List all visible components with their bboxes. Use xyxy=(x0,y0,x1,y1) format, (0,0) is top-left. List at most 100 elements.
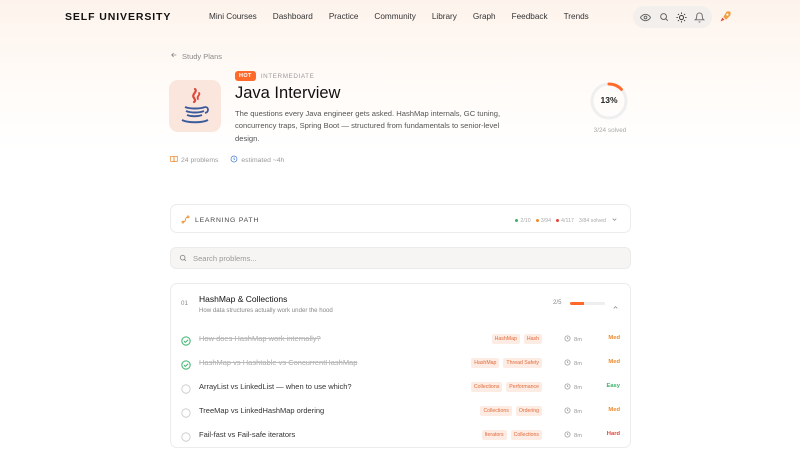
empty-circle-icon[interactable] xyxy=(181,405,191,418)
problem-time: 8m xyxy=(564,335,582,344)
solved-count: 3/24 solved xyxy=(593,127,627,134)
section-header[interactable]: 01 HashMap & Collections How data struct… xyxy=(171,284,630,324)
topic-tag: Performance xyxy=(506,381,542,392)
section-title: HashMap & Collections xyxy=(199,294,288,304)
clock-icon xyxy=(564,407,571,416)
learning-path-stats: 2/10 3/94 4/117 3/84 solved xyxy=(515,216,618,225)
topic-tag: Thread Safety xyxy=(503,357,542,368)
estimated-time: estimated ~4h xyxy=(241,156,285,164)
easy-stat: 2/10 xyxy=(515,218,531,224)
bell-icon[interactable] xyxy=(693,11,705,23)
search-icon[interactable] xyxy=(658,11,670,23)
problem-row[interactable]: HashMap vs Hashtable vs ConcurrentHashMa… xyxy=(171,350,630,374)
topic-tag: Hash xyxy=(523,333,542,344)
back-link-label: Study Plans xyxy=(182,51,223,61)
nav-link-trends[interactable]: Trends xyxy=(564,12,589,21)
topic-tag: HashMap xyxy=(491,333,520,344)
problem-row[interactable]: ArrayList vs LinkedList — when to use wh… xyxy=(171,374,630,398)
page-description: The questions every Java engineer gets a… xyxy=(235,109,501,143)
check-circle-icon[interactable] xyxy=(181,333,191,346)
badges: HOT INTERMEDIATE xyxy=(235,71,314,81)
brand-logo[interactable]: SELF UNIVERSITY xyxy=(65,11,171,23)
nav-icon-group xyxy=(633,6,712,28)
progress-percent: 13% xyxy=(600,95,618,105)
nav-link-community[interactable]: Community xyxy=(374,12,415,21)
eye-icon[interactable] xyxy=(640,11,652,23)
problem-title: How does HashMap work internally? xyxy=(199,334,321,343)
sun-icon[interactable] xyxy=(675,11,687,23)
learning-path-toggle[interactable]: LEARNING PATH 2/10 3/94 4/117 3/84 solve… xyxy=(170,204,631,233)
problem-row[interactable]: How does HashMap work internally? HashMap… xyxy=(171,326,630,350)
check-circle-icon[interactable] xyxy=(181,357,191,370)
problem-title: Fail-fast vs Fail-safe iterators xyxy=(199,430,296,439)
time-value: 8m xyxy=(574,336,583,343)
hard-stat: 4/117 xyxy=(556,218,574,224)
problem-time: 8m xyxy=(564,407,582,416)
topic-tag: Collections xyxy=(480,405,512,416)
clock-icon xyxy=(564,431,571,440)
section-number: 01 xyxy=(181,300,188,307)
section-progress-bar xyxy=(570,302,605,305)
problem-row[interactable]: TreeMap vs LinkedHashMap ordering Collect… xyxy=(171,398,630,422)
section-card: 01 HashMap & Collections How data struct… xyxy=(170,283,631,448)
problem-time: 8m xyxy=(564,359,582,368)
empty-circle-icon[interactable] xyxy=(181,429,191,442)
time-value: 8m xyxy=(574,432,583,439)
nav-link-practice[interactable]: Practice xyxy=(329,12,359,21)
problem-title: TreeMap vs LinkedHashMap ordering xyxy=(199,406,325,415)
difficulty-label: Med xyxy=(608,335,620,341)
medium-stat: 3/94 xyxy=(535,218,551,224)
problem-tags: HashMap Thread Safety xyxy=(471,357,542,368)
nav-link-graph[interactable]: Graph xyxy=(473,12,496,21)
nav-link-mini-courses[interactable]: Mini Courses xyxy=(209,12,257,21)
path-solved: 3/84 solved xyxy=(578,217,606,224)
time-value: 8m xyxy=(574,384,583,391)
problem-time: 8m xyxy=(564,383,582,392)
clock-icon xyxy=(564,359,571,368)
plan-meta: 24 problems estimated ~4h xyxy=(170,155,284,165)
nav-link-feedback[interactable]: Feedback xyxy=(512,12,548,21)
clock-icon xyxy=(564,383,571,392)
difficulty-label: Easy xyxy=(606,383,620,389)
level-label: INTERMEDIATE xyxy=(260,72,315,80)
nav-links: Mini Courses Dashboard Practice Communit… xyxy=(209,12,605,21)
search-input[interactable] xyxy=(193,253,593,263)
arrow-left-icon xyxy=(170,51,178,61)
empty-circle-icon[interactable] xyxy=(181,381,191,394)
top-nav: SELF UNIVERSITY Mini Courses Dashboard P… xyxy=(0,0,800,34)
difficulty-label: Med xyxy=(608,407,620,413)
nav-link-dashboard[interactable]: Dashboard xyxy=(273,12,313,21)
section-subtitle: How data structures actually work under … xyxy=(199,307,333,314)
search-icon xyxy=(179,249,187,267)
problem-title: ArrayList vs LinkedList — when to use wh… xyxy=(199,382,352,391)
topic-tag: Collections xyxy=(470,381,503,392)
problem-tags: Collections Ordering xyxy=(480,405,542,416)
topic-tag: HashMap xyxy=(471,357,500,368)
problem-title: HashMap vs Hashtable vs ConcurrentHashMa… xyxy=(199,358,358,367)
time-value: 8m xyxy=(574,408,583,415)
problems-count: 24 problems xyxy=(181,156,219,164)
back-link[interactable]: Study Plans xyxy=(170,51,222,61)
difficulty-label: Hard xyxy=(606,431,620,437)
problem-tags: Collections Performance xyxy=(470,381,542,392)
clock-icon xyxy=(230,155,238,165)
chevron-up-icon[interactable] xyxy=(612,298,619,316)
problem-tags: HashMap Hash xyxy=(491,333,542,344)
section-progress-fill xyxy=(570,302,584,305)
problem-time: 8m xyxy=(564,431,582,440)
topic-tag: Collections xyxy=(510,429,542,440)
problems-meta: 24 problems xyxy=(170,155,218,165)
nav-link-library[interactable]: Library xyxy=(432,12,457,21)
problem-row[interactable]: Fail-fast vs Fail-safe iterators Iterator… xyxy=(171,422,630,446)
hot-badge: HOT xyxy=(235,71,256,81)
difficulty-label: Med xyxy=(608,359,620,365)
time-value: 8m xyxy=(574,360,583,367)
search-box xyxy=(170,247,631,269)
route-icon xyxy=(181,215,190,226)
clock-icon xyxy=(564,335,571,344)
learning-path-label: LEARNING PATH xyxy=(195,217,260,224)
estimated-meta: estimated ~4h xyxy=(230,155,284,165)
problem-tags: Iterators Collections xyxy=(481,429,542,440)
avatar[interactable] xyxy=(719,10,732,23)
page-title: Java Interview xyxy=(235,84,341,102)
